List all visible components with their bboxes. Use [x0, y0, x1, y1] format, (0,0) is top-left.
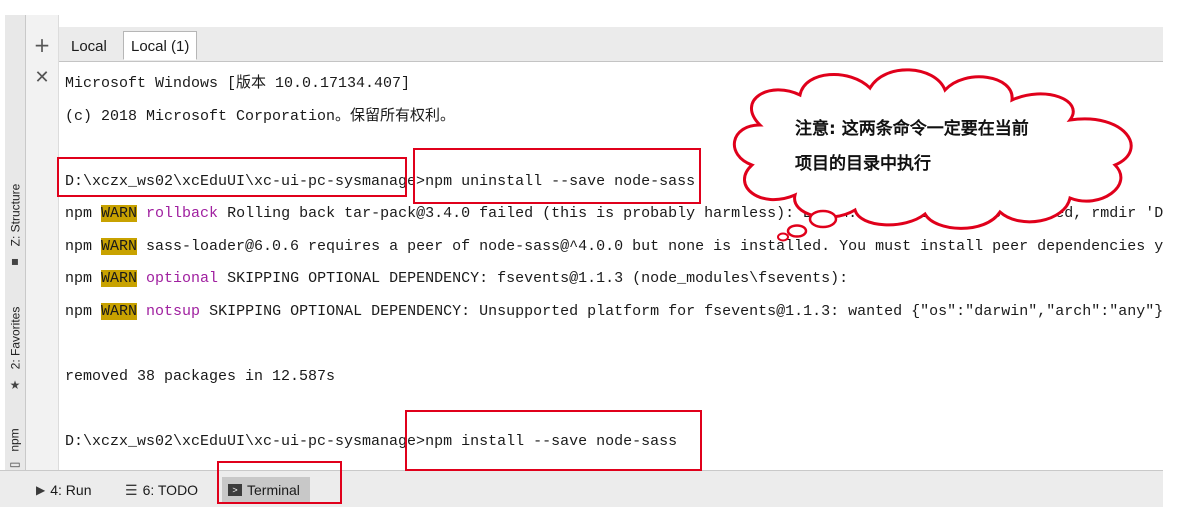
callout-text-line1: 注意: 这两条命令一定要在当前 [795, 119, 1029, 139]
cloud-tail-bubble [808, 209, 838, 229]
cloud-shape [733, 68, 1133, 230]
cloud-tail-bubble [786, 224, 808, 238]
callout-text-line2: 项目的目录中执行 [795, 154, 931, 174]
ide-window: Z: Structure ▪ 2: Favorites ★ npm ▭ + ✕ … [0, 0, 1185, 523]
cloud-tail-bubble [777, 232, 789, 242]
cloud-callout [733, 68, 1133, 242]
